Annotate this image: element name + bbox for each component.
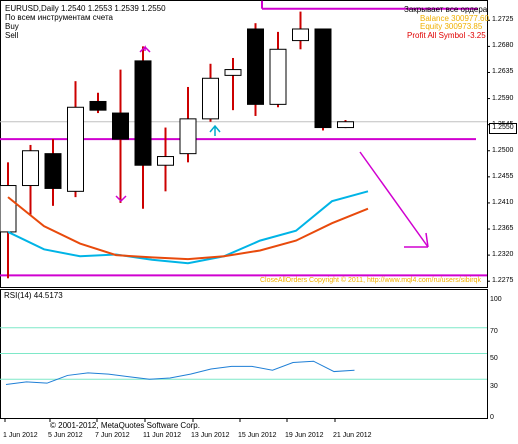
rsi-line [5, 360, 355, 385]
buy-signal-arrow [209, 124, 221, 136]
candle-body-3 [67, 106, 84, 192]
mode-label: По всем инструментам счета [5, 13, 113, 22]
rsi-tick-0: 0 [490, 414, 494, 421]
rsi-tick-50: 50 [490, 355, 498, 362]
date-tick-label: 5 Jun 2012 [48, 432, 83, 439]
price-tick-label: 1.2275 [492, 277, 514, 285]
copyright-text: © 2001-2012, MetaQuotes Software Corp. [50, 421, 200, 430]
profit-text: Profit All Symbol -3.25 [407, 31, 486, 40]
forecast-arrow-head [404, 232, 429, 248]
candle-body-10 [224, 69, 242, 76]
ma-slow-line [7, 196, 369, 261]
rsi-tick-70: 70 [490, 328, 498, 335]
candle-body-2 [44, 153, 62, 189]
rsi-tick-30: 30 [490, 383, 498, 390]
date-tick-label: 11 Jun 2012 [143, 432, 182, 439]
rsi-tick-100: 100 [490, 296, 502, 303]
sell-label[interactable]: Sell [5, 31, 18, 40]
watermark-text: CloseAllOrders Copyright © 2011, http://… [260, 277, 481, 284]
candle-body-13 [292, 28, 309, 42]
candle-body-11 [247, 28, 264, 105]
ma-fast-line [7, 190, 369, 265]
date-tick-label: 1 Jun 2012 [3, 432, 38, 439]
candle-body-7 [157, 156, 174, 166]
buy-label[interactable]: Buy [5, 22, 19, 31]
price-tick-label: 1.2455 [492, 172, 514, 180]
close-all-button[interactable]: Закрывает все ордера [404, 5, 487, 14]
candle-body-0 [0, 185, 17, 233]
price-tick-label: 1.2590 [492, 94, 514, 102]
equity-text: Equity 300973.85 [420, 22, 483, 31]
price-chart[interactable] [0, 0, 518, 444]
price-tick-label: 1.2320 [492, 251, 514, 259]
candle-body-6 [134, 60, 152, 166]
price-tick-label: 1.2365 [492, 225, 514, 233]
forecast-arrow-line [359, 151, 429, 248]
symbol-info: EURUSD,Daily 1.2540 1.2553 1.2539 1.2550 [5, 4, 166, 13]
date-tick-label: 13 Jun 2012 [191, 432, 230, 439]
candle-body-12 [269, 48, 287, 105]
fractal-up-arrow [139, 45, 151, 53]
date-tick-label: 21 Jun 2012 [333, 432, 372, 439]
date-tick-label: 7 Jun 2012 [95, 432, 130, 439]
date-tick-label: 19 Jun 2012 [285, 432, 324, 439]
candle-body-8 [179, 118, 197, 155]
candle-body-5 [112, 112, 129, 140]
mt4-chart-window[interactable]: EURUSD,Daily 1.2540 1.2553 1.2539 1.2550… [0, 0, 518, 444]
candle-body-4 [89, 100, 107, 111]
price-tick-label: 1.2410 [492, 198, 514, 206]
price-tick-label: 1.2725 [492, 16, 514, 24]
price-tick-label: 1.2500 [492, 146, 514, 154]
price-tick-label: 1.2635 [492, 68, 514, 76]
current-price-label: 1.2550 [489, 123, 517, 134]
candle-body-14 [314, 28, 332, 129]
price-tick-label: 1.2680 [492, 42, 514, 50]
rsi-label: RSI(14) 44.5173 [4, 291, 63, 300]
candle-body-1 [22, 150, 39, 187]
candle-body-9 [202, 77, 219, 120]
date-tick-label: 15 Jun 2012 [238, 432, 277, 439]
candle-body-15 [337, 121, 354, 129]
